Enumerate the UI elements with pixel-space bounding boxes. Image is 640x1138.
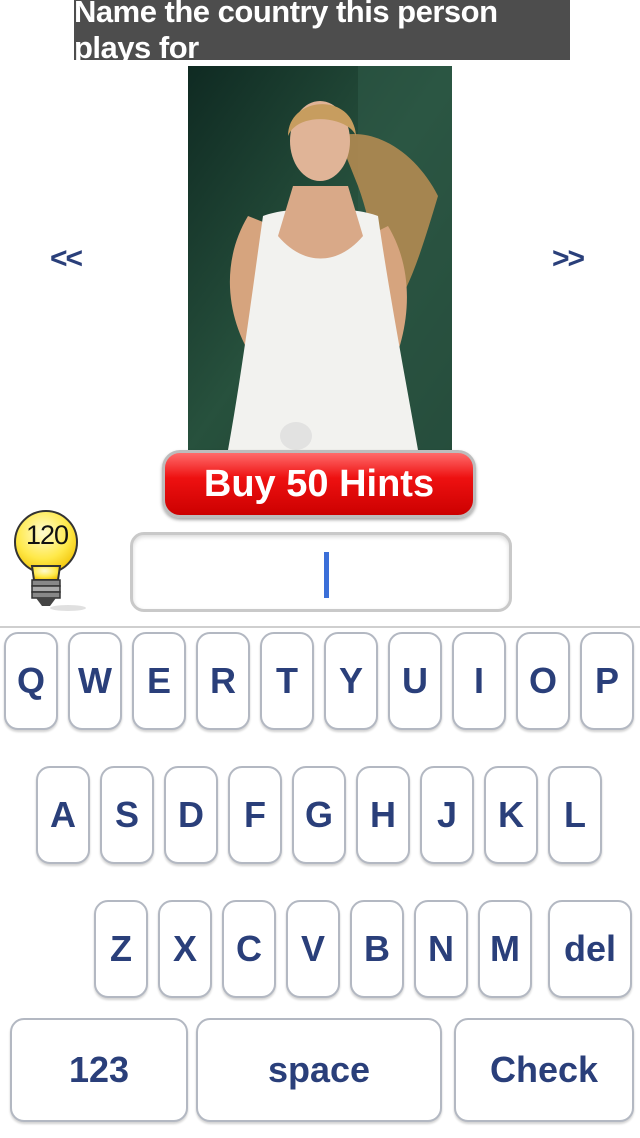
key-e[interactable]: E	[132, 632, 186, 730]
key-j[interactable]: J	[420, 766, 474, 864]
text-cursor	[324, 552, 329, 598]
key-q[interactable]: Q	[4, 632, 58, 730]
player-photo	[188, 66, 452, 450]
key-v[interactable]: V	[286, 900, 340, 998]
question-banner: Name the country this person plays for	[74, 0, 570, 65]
key-a[interactable]: A	[36, 766, 90, 864]
key-r[interactable]: R	[196, 632, 250, 730]
check-button[interactable]: Check	[454, 1018, 634, 1122]
key-d[interactable]: D	[164, 766, 218, 864]
key-u[interactable]: U	[388, 632, 442, 730]
key-c[interactable]: C	[222, 900, 276, 998]
prev-button[interactable]: <<	[50, 242, 83, 276]
delete-key[interactable]: del	[548, 900, 632, 998]
key-z[interactable]: Z	[94, 900, 148, 998]
next-button[interactable]: >>	[552, 242, 585, 276]
key-n[interactable]: N	[414, 900, 468, 998]
key-l[interactable]: L	[548, 766, 602, 864]
hint-count: 120	[25, 520, 69, 550]
key-g[interactable]: G	[292, 766, 346, 864]
key-i[interactable]: I	[452, 632, 506, 730]
key-x[interactable]: X	[158, 900, 212, 998]
key-h[interactable]: H	[356, 766, 410, 864]
key-k[interactable]: K	[484, 766, 538, 864]
key-m[interactable]: M	[478, 900, 532, 998]
key-w[interactable]: W	[68, 632, 122, 730]
key-s[interactable]: S	[100, 766, 154, 864]
buy-hints-button[interactable]: Buy 50 Hints	[162, 450, 476, 518]
key-b[interactable]: B	[350, 900, 404, 998]
key-f[interactable]: F	[228, 766, 282, 864]
key-o[interactable]: O	[516, 632, 570, 730]
answer-field[interactable]	[130, 532, 512, 612]
key-y[interactable]: Y	[324, 632, 378, 730]
key-t[interactable]: T	[260, 632, 314, 730]
on-screen-keyboard: Q W E R T Y U I O P A S D F G H J K L Z …	[0, 626, 640, 1138]
numbers-key[interactable]: 123	[10, 1018, 188, 1122]
key-p[interactable]: P	[580, 632, 634, 730]
space-key[interactable]: space	[196, 1018, 442, 1122]
